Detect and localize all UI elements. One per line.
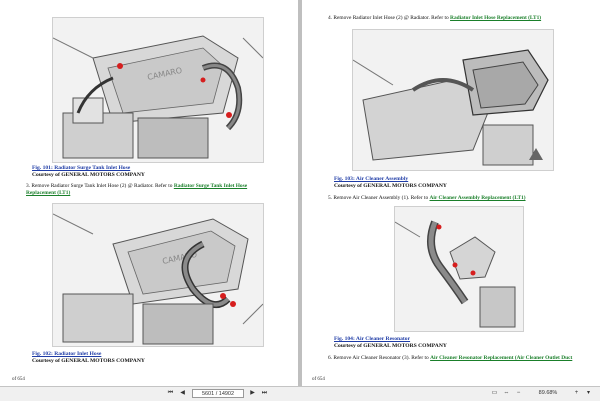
fig102-image: CAMARO bbox=[52, 203, 264, 347]
step-4-text: 4. Remove Radiator Inlet Hose (2) @ Radi… bbox=[328, 15, 449, 21]
previous-page-icon[interactable]: ◀ bbox=[178, 389, 187, 398]
fig101-credit: Courtesy of GENERAL MOTORS COMPANY bbox=[32, 172, 145, 178]
engine-illustration bbox=[353, 30, 553, 170]
fig102-title[interactable]: Fig. 102: Radiator Inlet Hose bbox=[32, 351, 101, 357]
zoom-in-icon[interactable]: + bbox=[572, 389, 581, 398]
fig104-credit: Courtesy of GENERAL MOTORS COMPANY bbox=[334, 343, 447, 349]
right-page-footer: of 654 bbox=[312, 377, 325, 382]
step-5: 5. Remove Air Cleaner Assembly (1). Refe… bbox=[328, 195, 588, 202]
step-3: 3. Remove Radiator Surge Tank Inlet Hose… bbox=[26, 183, 276, 197]
right-page: 4. Remove Radiator Inlet Hose (2) @ Radi… bbox=[302, 0, 600, 386]
step-6: 6. Remove Air Cleaner Resonator (3). Ref… bbox=[328, 355, 596, 362]
zoom-dropdown-icon[interactable]: ▾ bbox=[584, 389, 593, 398]
step-5-link[interactable]: Air Cleaner Assembly Replacement (LT1) bbox=[430, 195, 526, 201]
page-indicator[interactable]: 5601 / 14902 bbox=[192, 389, 244, 398]
left-page: CAMARO Fig. 101: Radiator Surge Tank Inl… bbox=[0, 0, 298, 386]
fig103-credit: Courtesy of GENERAL MOTORS COMPANY bbox=[334, 183, 447, 189]
engine-illustration: CAMARO bbox=[53, 204, 263, 346]
zoom-out-icon[interactable]: − bbox=[514, 389, 523, 398]
fig102-credit: Courtesy of GENERAL MOTORS COMPANY bbox=[32, 358, 145, 364]
step-6-text: 6. Remove Air Cleaner Resonator (3). Ref… bbox=[328, 355, 429, 361]
resonator-illustration bbox=[395, 207, 523, 331]
fit-width-icon[interactable]: ⇔ bbox=[502, 389, 511, 398]
fig101-image: CAMARO bbox=[52, 17, 264, 163]
first-page-icon[interactable]: ⏮ bbox=[166, 389, 175, 398]
next-page-icon[interactable]: ▶ bbox=[248, 389, 257, 398]
fig101-title[interactable]: Fig. 101: Radiator Surge Tank Inlet Hose bbox=[32, 165, 130, 171]
fig103-image bbox=[352, 29, 554, 171]
step-4-link[interactable]: Radiator Inlet Hose Replacement (LT1) bbox=[450, 15, 541, 21]
left-page-footer: of 654 bbox=[12, 377, 25, 382]
engine-illustration: CAMARO bbox=[53, 18, 263, 162]
step-4: 4. Remove Radiator Inlet Hose (2) @ Radi… bbox=[328, 15, 588, 22]
fit-page-icon[interactable]: ▭ bbox=[490, 389, 499, 398]
step-6-link[interactable]: Air Cleaner Resonator Replacement (Air C… bbox=[430, 355, 572, 361]
last-page-icon[interactable]: ⏭ bbox=[260, 389, 269, 398]
step-5-text: 5. Remove Air Cleaner Assembly (1). Refe… bbox=[328, 195, 429, 201]
fig104-image bbox=[394, 206, 524, 332]
bottom-toolbar: ⏮ ◀ 5601 / 14902 ▶ ⏭ ▭ ⇔ − 89.68% + ▾ bbox=[0, 386, 600, 401]
fig104-title[interactable]: Fig. 104: Air Cleaner Resonator bbox=[334, 336, 410, 342]
zoom-level[interactable]: 89.68% bbox=[530, 389, 566, 398]
step-3-text: 3. Remove Radiator Surge Tank Inlet Hose… bbox=[26, 183, 173, 189]
fig103-title[interactable]: Fig. 103: Air Cleaner Assembly bbox=[334, 176, 408, 182]
